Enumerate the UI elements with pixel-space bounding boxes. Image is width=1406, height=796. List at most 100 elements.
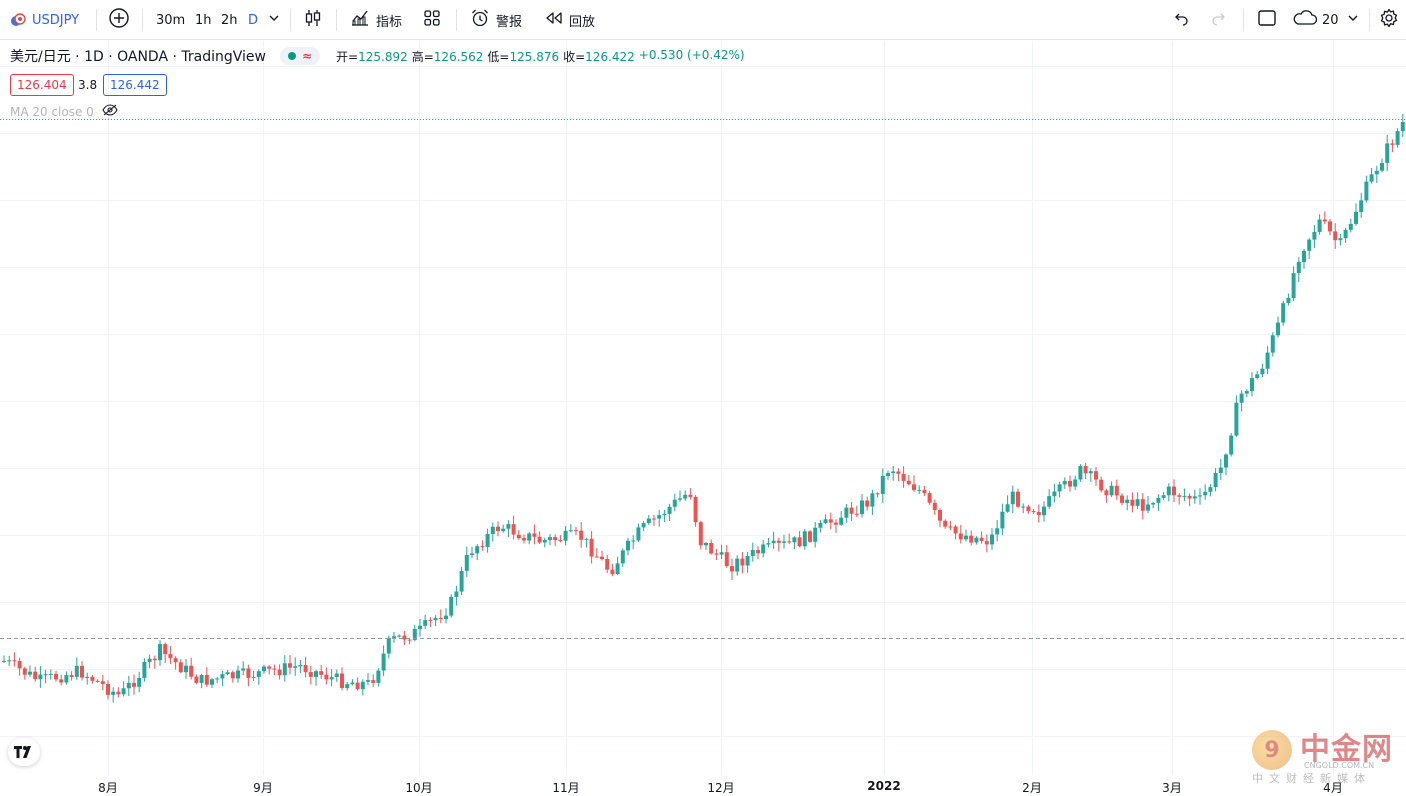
- eye-off-icon[interactable]: [102, 104, 118, 119]
- candle-body: [1218, 467, 1223, 473]
- candle-body: [1307, 239, 1312, 251]
- candle-body: [272, 668, 277, 670]
- candle-body: [766, 543, 771, 545]
- replay-button[interactable]: 回放: [545, 0, 595, 40]
- undo-button[interactable]: [1172, 0, 1190, 40]
- chart-type-button[interactable]: [303, 0, 323, 40]
- time-axis[interactable]: 8月 9月 10月 11月 12月 2022 2月 3月 4月: [0, 775, 1406, 796]
- layouts-button[interactable]: [423, 0, 441, 40]
- candle-body: [797, 537, 802, 547]
- candle-body: [1021, 506, 1026, 508]
- candle-body: [579, 530, 584, 540]
- ma-indicator-row[interactable]: MA 20 close 0: [10, 104, 118, 119]
- candle-body: [693, 496, 698, 523]
- candle-body: [849, 507, 854, 514]
- candle-body: [1130, 499, 1135, 506]
- settings-button[interactable]: [1379, 0, 1399, 40]
- close-label: 收=: [563, 49, 586, 64]
- cloud-count: 20: [1322, 12, 1339, 28]
- candle-body: [371, 680, 376, 683]
- alert-button[interactable]: 警报: [470, 0, 522, 40]
- candle-body: [345, 684, 350, 689]
- approx-icon: ≈: [301, 49, 313, 63]
- interval-1h[interactable]: 1h: [195, 0, 212, 40]
- interval-30m[interactable]: 30m: [156, 0, 185, 40]
- symbol-label: USDJPY: [32, 12, 80, 28]
- candle-body: [2, 660, 6, 662]
- candle-body: [615, 563, 620, 575]
- candle-body: [433, 617, 438, 621]
- candle-body: [225, 672, 230, 675]
- candle-body: [381, 653, 386, 671]
- candle-body: [813, 527, 818, 542]
- redo-button[interactable]: [1210, 0, 1228, 40]
- candle-body: [1016, 491, 1020, 507]
- candle-body: [704, 543, 708, 546]
- candles-icon: [303, 8, 323, 32]
- candle-body: [199, 674, 204, 683]
- interval-30m-label: 30m: [156, 12, 186, 28]
- candle-body: [1166, 486, 1171, 496]
- candle-body: [896, 471, 901, 474]
- candle-body: [1140, 499, 1145, 511]
- compare-button[interactable]: [108, 0, 130, 40]
- candle-body: [1359, 200, 1364, 212]
- candle-body: [464, 555, 469, 571]
- candle-body: [392, 636, 396, 638]
- candle-body: [1343, 229, 1348, 239]
- candle-body: [288, 663, 292, 668]
- candle-body: [303, 665, 308, 673]
- symbol-search-button[interactable]: USDJPY: [10, 0, 79, 40]
- candle-body: [1109, 485, 1114, 496]
- candle-body: [1114, 485, 1119, 496]
- candle-body: [532, 533, 537, 537]
- candle-body: [1192, 496, 1197, 499]
- candle-body: [511, 524, 516, 535]
- candle-body: [1135, 499, 1140, 506]
- candle-body: [641, 523, 646, 528]
- candle-body: [1234, 402, 1239, 436]
- candles: [2, 113, 1405, 703]
- candle-body: [1057, 484, 1062, 492]
- candle-body: [953, 526, 958, 534]
- candle-body: [688, 494, 693, 497]
- candle-body: [1068, 480, 1072, 487]
- cloud-layouts-button[interactable]: 20: [1292, 0, 1359, 40]
- tradingview-logo[interactable]: [8, 738, 40, 766]
- candle-body: [792, 537, 797, 543]
- candle-body: [204, 674, 209, 685]
- candle-body: [808, 531, 812, 542]
- candle-body: [584, 538, 589, 540]
- interval-d[interactable]: D: [248, 0, 258, 40]
- indicators-button[interactable]: 指标: [350, 0, 402, 40]
- candle-body: [646, 518, 651, 524]
- interval-dropdown[interactable]: [268, 0, 280, 40]
- candle-body: [1369, 174, 1374, 182]
- market-status-pill[interactable]: ≈: [279, 47, 321, 65]
- candle-body: [454, 591, 459, 597]
- candle-body: [1156, 497, 1161, 503]
- divider: [96, 9, 97, 31]
- candle-body: [724, 552, 729, 567]
- price-chart[interactable]: [0, 41, 1406, 775]
- candle-body: [1203, 491, 1208, 496]
- ohlc-values: 开=125.892 高=126.562 低=125.876 收=126.422 …: [336, 48, 745, 65]
- buy-price-button[interactable]: 126.442: [103, 74, 167, 96]
- legend-title[interactable]: 美元/日元 · 1D · OANDA · TradingView: [10, 46, 266, 66]
- candle-body: [1042, 506, 1046, 516]
- watermark-url: CNGOLD.COM.CN: [1304, 761, 1375, 770]
- fullscreen-button[interactable]: [1257, 0, 1277, 40]
- candle-body: [1078, 466, 1083, 480]
- candle-body: [293, 666, 298, 668]
- high-value: 126.562: [433, 49, 484, 64]
- candle-body: [189, 665, 194, 677]
- sell-price-button[interactable]: 126.404: [10, 74, 74, 96]
- candle-body: [745, 556, 750, 566]
- divider: [1243, 9, 1244, 31]
- candle-body: [698, 522, 703, 546]
- interval-2h[interactable]: 2h: [221, 0, 238, 40]
- candle-body: [1374, 170, 1379, 175]
- candle-body: [969, 535, 974, 543]
- candle-body: [844, 507, 849, 518]
- axis-label-oct: 10月: [405, 781, 433, 795]
